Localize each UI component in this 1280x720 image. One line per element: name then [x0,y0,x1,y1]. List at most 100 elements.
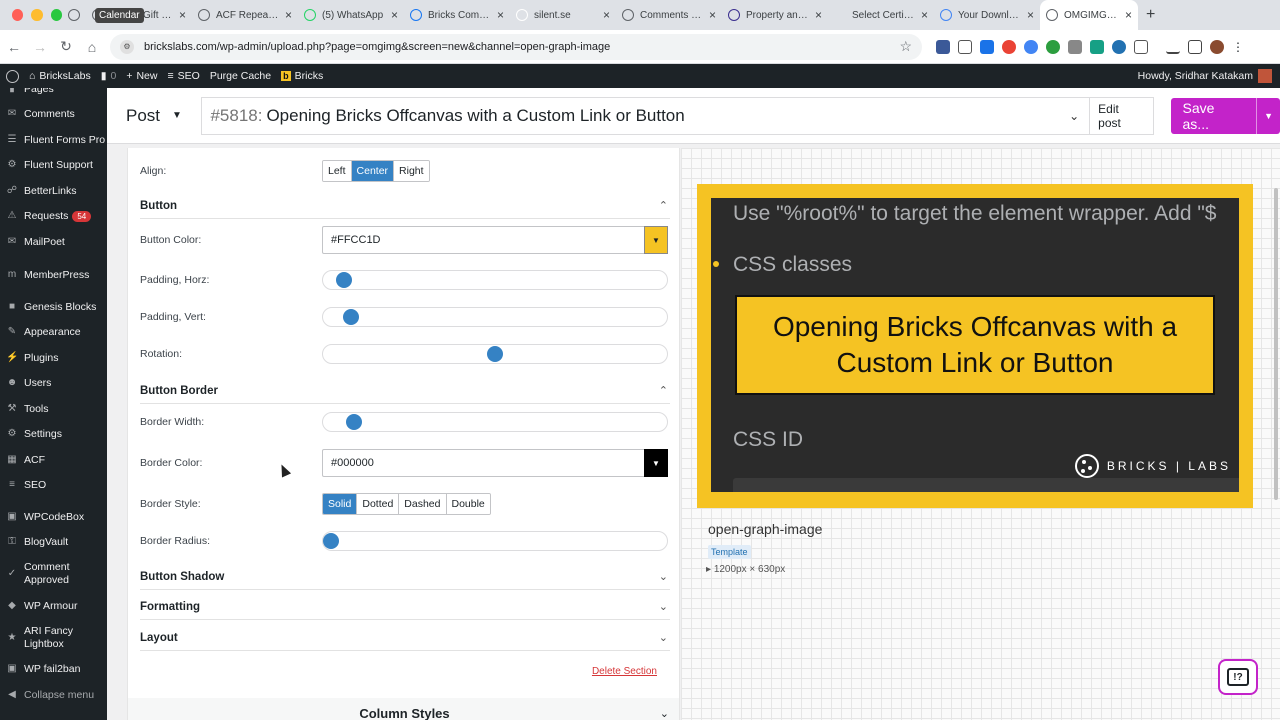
sidebar-item-fluent-forms-pro[interactable]: ☰ Fluent Forms Pro [0,127,107,153]
admin-bar-comments[interactable]: ▮ 0 [101,70,117,82]
save-as-button[interactable]: Save as... ▼ [1170,97,1280,134]
menu-dots-icon[interactable]: ⋮ [1232,40,1244,54]
browser-tab[interactable]: (5) WhatsApp × [298,0,404,30]
browser-tab[interactable]: Your Download × [934,0,1040,30]
admin-bar-new[interactable]: + New [126,70,157,82]
extension-icon[interactable] [1002,39,1016,54]
dimensions-toggle[interactable]: ▸ 1200px × 630px [706,564,785,575]
home-icon[interactable]: ⌂ [80,39,104,55]
post-type-dropdown[interactable]: Post ▼ [126,106,201,126]
close-tab-icon[interactable]: × [921,8,928,22]
extension-icon[interactable] [1046,39,1060,54]
site-info-icon[interactable]: ⚙ [120,39,134,54]
back-icon[interactable]: ← [2,39,26,55]
align-option-left[interactable]: Left [323,161,352,181]
close-tab-icon[interactable]: × [815,8,822,22]
border-style-option-double[interactable]: Double [446,494,490,514]
sidebar-item-collapse-menu[interactable]: ◀ Collapse menu [0,682,107,708]
sidebar-item-settings[interactable]: ⚙ Settings [0,422,107,448]
wp-logo-icon[interactable] [6,69,19,83]
border-style-option-dashed[interactable]: Dashed [399,494,447,514]
slider-handle[interactable] [342,309,359,325]
button-border-section-header[interactable]: Button Border ⌃ [140,378,670,404]
forward-icon[interactable]: → [28,39,52,55]
sidebar-item-acf[interactable]: ▦ ACF [0,447,107,473]
help-button[interactable]: !? [1218,659,1258,695]
layout-section-header[interactable]: Layout ⌄ [140,625,670,651]
post-select[interactable]: #5818: Opening Bricks Offcanvas with a C… [201,96,1091,135]
sidebar-item-requests[interactable]: ⚠ Requests 54 [0,204,107,230]
sidebar-item-ari-fancy-lightbox[interactable]: ★ ARI Fancy Lightbox [0,619,107,657]
close-tab-icon[interactable]: × [1125,8,1132,22]
edit-post-button[interactable]: Edit post [1090,96,1154,135]
admin-bar-account[interactable]: Howdy, Sridhar Katakam [1138,69,1272,83]
button-color-input[interactable]: #FFCC1D ▼ [322,226,668,254]
admin-bar-purge-cache[interactable]: Purge Cache [210,70,271,82]
sidebar-item-wp-armour[interactable]: ◆ WP Armour [0,593,107,619]
browser-tab[interactable]: Bricks Commun × [404,0,510,30]
sidebar-item-appearance[interactable]: ✎ Appearance [0,320,107,346]
admin-bar-bricks[interactable]: b Bricks [281,70,323,82]
sidebar-item-memberpress[interactable]: m MemberPress [0,263,107,289]
extension-icon[interactable] [980,39,994,54]
color-picker-caret-icon[interactable]: ▼ [644,226,668,254]
sidebar-item-pages[interactable]: ▮ Pages [0,88,107,102]
bookmark-star-icon[interactable]: ☆ [899,38,912,55]
padding-vert-slider[interactable] [322,307,668,327]
browser-tab[interactable]: ACF Repeater F × [192,0,298,30]
border-radius-slider[interactable] [322,531,668,551]
sidebar-item-comment-approved[interactable]: ✓ Comment Approved [0,555,107,593]
download-icon[interactable] [1166,40,1180,54]
color-picker-caret-icon[interactable]: ▼ [644,449,668,477]
extension-icon[interactable] [1112,39,1126,54]
extension-icon[interactable] [1090,39,1104,54]
close-tab-icon[interactable]: × [497,8,504,22]
browser-tab[interactable]: silent.se × [510,0,616,30]
reload-icon[interactable]: ↻ [54,38,78,55]
close-window-button[interactable] [12,9,24,21]
sidebar-item-users[interactable]: ☻ Users [0,371,107,397]
sidebar-item-blogvault[interactable]: ⚿ BlogVault [0,530,107,556]
caret-down-icon[interactable]: ▼ [1256,97,1280,134]
browser-tab[interactable]: Select Certifica × [828,0,934,30]
border-width-slider[interactable] [322,412,668,432]
sidebar-item-mailpoet[interactable]: ✉ MailPoet [0,229,107,255]
browser-tab[interactable]: OMGIMG ‹ Bric × [1040,0,1138,30]
border-color-input[interactable]: #000000 ▼ [322,449,668,477]
close-tab-icon[interactable]: × [603,8,610,22]
rotation-slider[interactable] [322,344,668,364]
column-styles-header[interactable]: Column Styles ⌄ [128,698,679,720]
sidebar-item-betterlinks[interactable]: ☍ BetterLinks [0,178,107,204]
slider-handle[interactable] [345,414,362,430]
admin-bar-seo[interactable]: ≡ SEO [167,70,199,82]
delete-section-link[interactable]: Delete Section [592,666,657,677]
border-style-option-dotted[interactable]: Dotted [357,494,400,514]
minimize-window-button[interactable] [31,9,43,21]
sidebar-item-comments[interactable]: ✉ Comments [0,102,107,128]
sidebar-item-wp-fail2ban[interactable]: ▣ WP fail2ban [0,657,107,683]
shield-icon[interactable] [1068,39,1082,54]
close-tab-icon[interactable]: × [285,8,292,22]
sidebar-item-tools[interactable]: ⚒ Tools [0,396,107,422]
scrollbar[interactable] [1274,188,1278,500]
close-tab-icon[interactable]: × [709,8,716,22]
align-option-right[interactable]: Right [394,161,429,181]
browser-tab[interactable]: Comments ‹ Bri × [616,0,722,30]
close-tab-icon[interactable]: × [391,8,398,22]
close-tab-icon[interactable]: × [1027,8,1034,22]
button-shadow-section-header[interactable]: Button Shadow ⌄ [140,564,670,590]
profile-avatar[interactable] [1210,39,1224,54]
align-option-center[interactable]: Center [351,161,395,181]
browser-tab[interactable] [62,0,86,30]
browser-tab[interactable]: Property and p × [722,0,828,30]
sidebar-item-fluent-support[interactable]: ⚙ Fluent Support [0,153,107,179]
sidebar-item-wpcodebox[interactable]: ▣ WPCodeBox [0,504,107,530]
slider-handle[interactable] [336,272,353,288]
border-style-option-solid[interactable]: Solid [323,494,358,514]
slider-handle[interactable] [323,533,339,549]
puzzle-icon[interactable] [1134,39,1148,54]
extension-icon[interactable] [1024,39,1038,54]
sidepanel-icon[interactable] [1188,39,1202,54]
extension-icon[interactable] [936,39,950,54]
sidebar-item-plugins[interactable]: ⚡ Plugins [0,345,107,371]
